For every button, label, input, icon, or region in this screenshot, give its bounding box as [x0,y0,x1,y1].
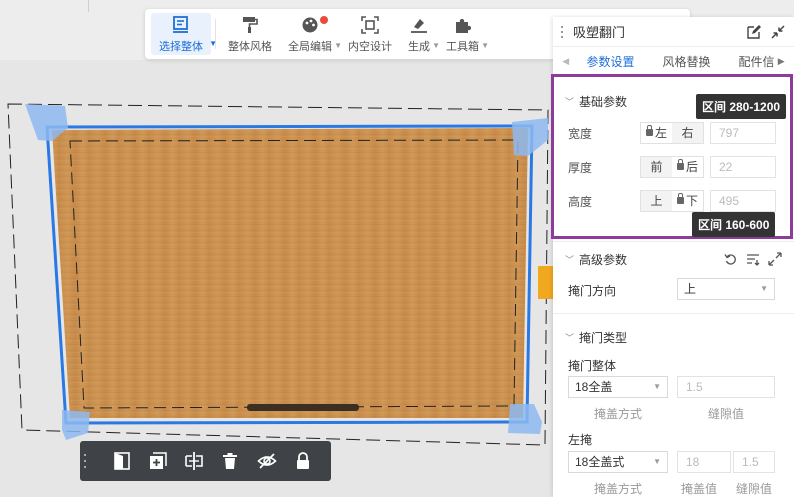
paint-roller-icon [243,16,258,33]
advanced-params-title: 高级参数 [579,252,628,267]
split-button[interactable] [176,441,212,481]
tab-params[interactable]: 参数设置 [572,47,648,77]
panel-tabs: ◀ 参数设置 风格替换 配件信 ▶ [553,47,794,77]
door-direction-select[interactable]: 上 ▼ [677,278,775,300]
chevron-down-icon: ▼ [653,457,661,466]
collapse-icon[interactable] [770,24,786,40]
eye-off-icon [256,453,277,469]
split-icon [185,452,203,470]
toolbar-global-edit-button[interactable]: 全局编辑 ▼ [280,13,342,55]
tab-scroll-right-icon[interactable]: ▶ [775,56,788,67]
reset-icon[interactable] [724,252,738,266]
panel-title: 吸塑翻门 [573,25,626,40]
toolbar-inner-design-button[interactable]: 内空设计 [340,13,400,55]
left-cover-select[interactable]: 18全盖式 ▼ [568,451,668,473]
edit-icon[interactable] [746,24,762,40]
toolbar-toolbox-button[interactable]: 工具箱 ▼ [438,13,489,55]
toolbar-overall-style-label: 整体风格 [228,40,272,53]
door-direction-value: 上 [684,282,697,296]
toolbar-select-all-button[interactable]: 选择整体 ▼ [151,13,217,55]
drag-handle[interactable] [84,454,89,468]
door-handle [247,404,359,411]
left-cover-amount-input[interactable]: 18 [677,451,731,473]
gap-value-caption: 缝隙值 [736,482,773,496]
add-component-button[interactable] [140,441,176,481]
palette-icon [302,17,318,32]
toolbar-select-all-label: 选择整体 [159,40,203,53]
drag-handle[interactable] [561,25,567,38]
toolbar-toolbox-label: 工具箱 [446,40,479,53]
left-cover-label: 左掩 [568,433,593,447]
chevron-down-icon: ▼ [760,284,768,293]
width-range-tooltip: 区间 280-1200 [696,94,787,119]
door-whole-label: 掩门整体 [568,359,617,373]
door-whole-cover-value: 18全盖 [575,380,613,394]
list-sort-icon[interactable] [746,252,760,266]
gap-value-caption: 缝隙值 [708,407,745,421]
chevron-down-icon[interactable]: ▼ [209,39,217,48]
lock-icon [296,452,309,469]
tab-accessories[interactable]: 配件信 [725,47,775,77]
cover-amount-caption: 掩盖值 [681,482,718,496]
left-cover-value: 18全盖式 [575,455,625,469]
selection-action-bar [80,441,331,481]
corner-handle-bottom-right[interactable] [508,404,542,434]
open-door-button[interactable] [103,441,139,481]
door-open-icon [113,452,130,470]
notification-dot [320,16,328,24]
chevron-down-icon: ﹀ [565,254,575,265]
chevron-down-icon: ▼ [653,382,661,391]
puzzle-icon [455,18,471,33]
cover-method-caption: 掩盖方式 [594,482,643,496]
door-panel[interactable] [52,128,528,418]
adjacent-object[interactable] [538,266,554,299]
generate-icon [411,18,427,33]
toolbar-global-edit-label: 全局编辑 [288,40,332,53]
chevron-down-icon: ﹀ [565,332,575,343]
toolbar-overall-style-button[interactable]: 整体风格 [220,13,280,55]
cover-method-caption: 掩盖方式 [594,407,643,421]
door-whole-cover-select[interactable]: 18全盖 ▼ [568,376,668,398]
section-divider [553,241,794,242]
corner-handle-top-right[interactable] [512,118,548,156]
height-range-tooltip: 区间 160-600 [692,212,776,237]
select-all-icon [173,15,188,33]
toolbar-generate-label: 生成 [408,40,430,53]
section-divider [553,313,794,314]
add-box-icon [149,452,167,469]
door-type-header[interactable]: ﹀ 掩门类型 [553,323,794,351]
corner-handle-bottom-left[interactable] [62,410,90,440]
door-whole-gap-input[interactable]: 1.5 [677,376,775,398]
toolbar-inner-design-label: 内空设计 [348,40,392,53]
inner-space-icon [361,15,379,34]
door-type-title: 掩门类型 [579,330,628,345]
trash-icon [223,453,238,469]
panel-header[interactable]: 吸塑翻门 [553,17,794,47]
door-direction-label: 掩门方向 [568,284,617,298]
expand-icon[interactable] [768,252,782,266]
hide-button[interactable] [249,441,285,481]
left-gap-input[interactable]: 1.5 [733,451,775,473]
lock-button[interactable] [285,441,321,481]
chevron-down-icon[interactable]: ▼ [481,41,489,50]
toolbar-generate-button[interactable]: 生成 ▼ [400,13,440,55]
tab-style-replace[interactable]: 风格替换 [648,47,724,77]
door-type-section: ﹀ 掩门类型 [553,323,794,351]
delete-button[interactable] [212,441,248,481]
tab-scroll-left-icon[interactable]: ◀ [559,56,572,67]
advanced-params-header[interactable]: ﹀ 高级参数 [553,245,794,273]
advanced-params-section: ﹀ 高级参数 [553,245,794,273]
